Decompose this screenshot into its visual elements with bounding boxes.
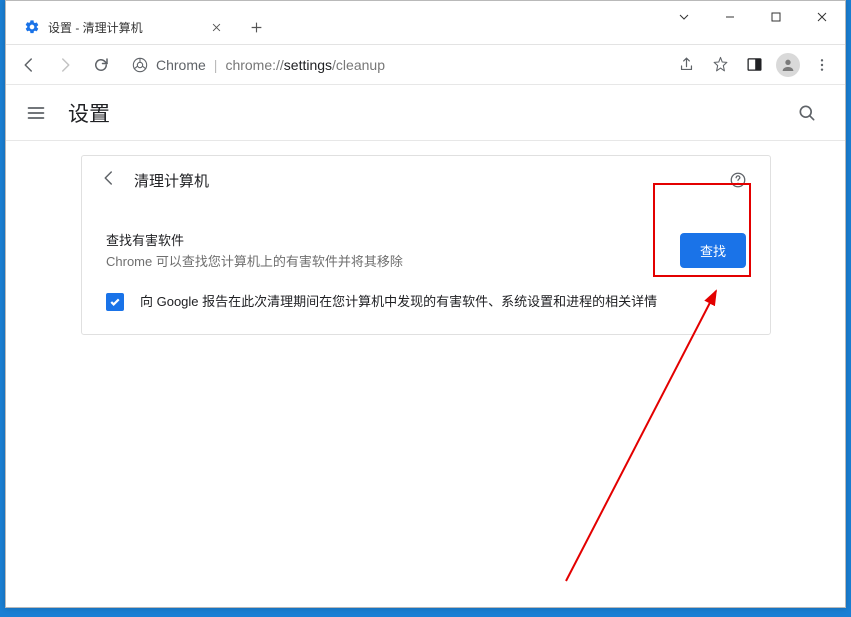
- toolbar: Chrome | chrome://settings/cleanup: [6, 45, 845, 85]
- cleanup-card: 清理计算机 查找有害软件 Chrome 可以查找您计算机上的有害软件并将其移除 …: [81, 155, 771, 335]
- menu-button[interactable]: [807, 50, 837, 80]
- browser-window: 设置 - 清理计算机: [5, 0, 846, 608]
- profile-button[interactable]: [773, 50, 803, 80]
- side-panel-icon[interactable]: [739, 50, 769, 80]
- find-harmful-row: 查找有害软件 Chrome 可以查找您计算机上的有害软件并将其移除 查找: [106, 204, 746, 292]
- close-icon[interactable]: [208, 19, 224, 35]
- browser-tab[interactable]: 设置 - 清理计算机: [14, 10, 234, 44]
- report-checkbox-row: 向 Google 报告在此次清理期间在您计算机中发现的有害软件、系统设置和进程的…: [106, 292, 746, 312]
- maximize-button[interactable]: [753, 1, 799, 33]
- toolbar-right: [671, 50, 837, 80]
- find-harmful-desc: Chrome 可以查找您计算机上的有害软件并将其移除: [106, 251, 403, 270]
- origin-label: Chrome: [156, 57, 206, 73]
- content: 清理计算机 查找有害软件 Chrome 可以查找您计算机上的有害软件并将其移除 …: [6, 141, 845, 607]
- new-tab-button[interactable]: [242, 13, 270, 41]
- url-text: chrome://settings/cleanup: [225, 57, 385, 73]
- titlebar: 设置 - 清理计算机: [6, 1, 845, 45]
- separator: |: [214, 57, 218, 73]
- card-header-title: 清理计算机: [134, 170, 209, 191]
- tab-title: 设置 - 清理计算机: [48, 19, 208, 36]
- minimize-button[interactable]: [707, 1, 753, 33]
- share-icon[interactable]: [671, 50, 701, 80]
- report-checkbox-label: 向 Google 报告在此次清理期间在您计算机中发现的有害软件、系统设置和进程的…: [140, 292, 657, 312]
- chrome-icon: [132, 57, 148, 73]
- back-arrow-button[interactable]: [100, 169, 118, 192]
- bookmark-icon[interactable]: [705, 50, 735, 80]
- gear-icon: [24, 19, 40, 35]
- help-icon[interactable]: [724, 166, 752, 194]
- avatar: [776, 53, 800, 77]
- report-checkbox[interactable]: [106, 293, 124, 311]
- dropdown-icon[interactable]: [661, 1, 707, 33]
- card-header: 清理计算机: [82, 156, 770, 204]
- hamburger-icon[interactable]: [26, 103, 46, 123]
- page-title: 设置: [68, 98, 110, 128]
- search-icon[interactable]: [789, 95, 825, 131]
- find-harmful-title: 查找有害软件: [106, 230, 403, 249]
- close-window-button[interactable]: [799, 1, 845, 33]
- find-button[interactable]: 查找: [680, 233, 746, 268]
- back-button[interactable]: [14, 50, 44, 80]
- settings-header: 设置: [6, 85, 845, 141]
- reload-button[interactable]: [86, 50, 116, 80]
- window-controls: [661, 1, 845, 33]
- address-bar[interactable]: Chrome | chrome://settings/cleanup: [122, 50, 659, 80]
- forward-button[interactable]: [50, 50, 80, 80]
